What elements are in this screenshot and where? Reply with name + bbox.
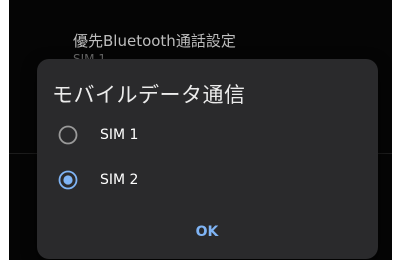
option-label: SIM 1	[100, 127, 139, 143]
radio-unchecked-icon[interactable]	[58, 125, 78, 145]
option-sim1[interactable]: SIM 1	[47, 116, 367, 154]
ok-button[interactable]: OK	[187, 219, 227, 245]
dialog-title: モバイルデータ通信	[52, 83, 246, 107]
radio-checked-icon[interactable]	[58, 170, 78, 190]
setting-title: 優先Bluetooth通話設定	[73, 32, 236, 50]
option-sim2[interactable]: SIM 2	[47, 161, 367, 199]
mobile-data-dialog: モバイルデータ通信 SIM 1 SIM 2 OK	[37, 59, 378, 259]
screen: 優先Bluetooth通話設定 SIM 1 モバイルデータ通信 SIM 1 SI…	[0, 0, 401, 260]
option-label: SIM 2	[100, 172, 139, 188]
